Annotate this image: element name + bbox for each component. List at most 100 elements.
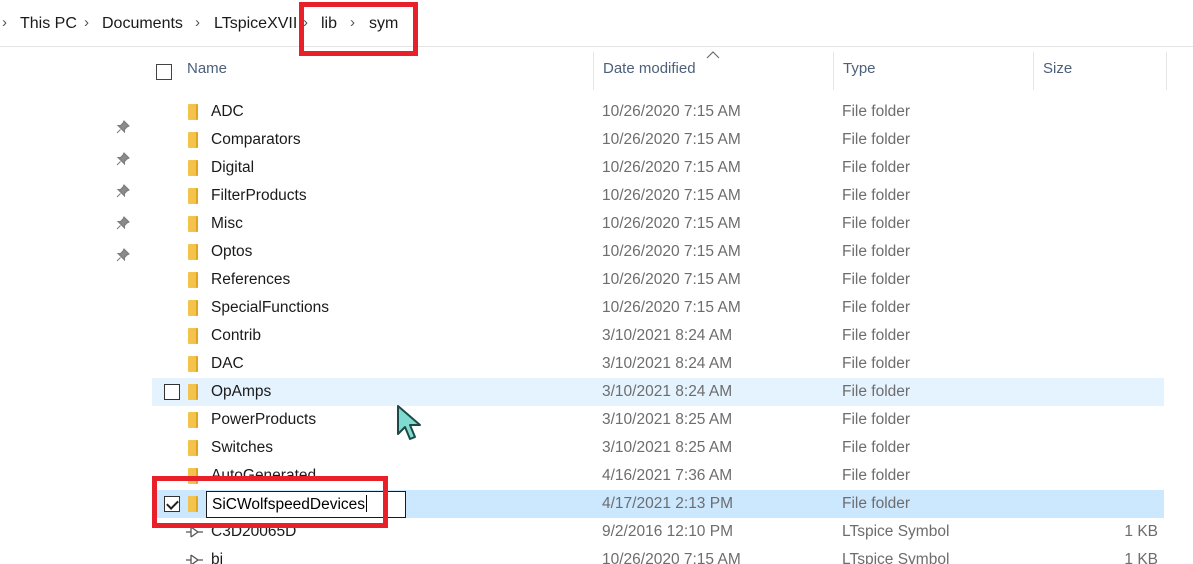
list-item[interactable]: OpAmps 3/10/2021 8:24 AM File folder [152, 378, 1164, 406]
item-name: Digital [211, 159, 255, 176]
item-type: File folder [842, 131, 911, 148]
item-type: File folder [842, 355, 911, 372]
item-date: 10/26/2020 7:15 AM [602, 551, 741, 564]
item-type: File folder [842, 327, 911, 344]
column-divider[interactable] [1166, 52, 1167, 90]
item-date: 3/10/2021 8:25 AM [602, 439, 733, 456]
item-name: ADC [211, 103, 244, 120]
folder-icon [188, 188, 198, 204]
item-type: File folder [842, 383, 911, 400]
item-type: File folder [842, 271, 911, 288]
item-date: 10/26/2020 7:15 AM [602, 159, 741, 176]
item-type: LTspice Symbol [842, 523, 950, 540]
list-item[interactable]: FilterProducts 10/26/2020 7:15 AM File f… [152, 182, 1164, 210]
breadcrumb-ltspicexvii[interactable]: LTspiceXVII [214, 15, 297, 33]
folder-icon [188, 244, 198, 260]
list-item[interactable]: Digital 10/26/2020 7:15 AM File folder [152, 154, 1164, 182]
item-name: bi [211, 551, 224, 564]
mouse-cursor-icon [397, 405, 421, 440]
item-name: DAC [211, 355, 244, 372]
item-name: Switches [211, 439, 274, 456]
item-type: LTspice Symbol [842, 551, 950, 564]
ltspice-symbol-icon [186, 554, 203, 564]
item-date: 4/16/2021 7:36 AM [602, 467, 733, 484]
pin-icon[interactable] [116, 152, 130, 166]
list-item[interactable]: SpecialFunctions 10/26/2020 7:15 AM File… [152, 294, 1164, 322]
item-size: 1 KB [1124, 523, 1158, 540]
list-item[interactable]: References 10/26/2020 7:15 AM File folde… [152, 266, 1164, 294]
list-item[interactable]: PowerProducts 3/10/2021 8:25 AM File fol… [152, 406, 1164, 434]
item-type: File folder [842, 411, 911, 428]
list-item[interactable]: ADC 10/26/2020 7:15 AM File folder [152, 98, 1164, 126]
item-name: FilterProducts [211, 187, 307, 204]
column-header-date-modified[interactable]: Date modified [603, 60, 696, 77]
pin-icon[interactable] [116, 120, 130, 134]
item-date: 10/26/2020 7:15 AM [602, 271, 741, 288]
column-divider[interactable] [1033, 52, 1034, 90]
item-name: Optos [211, 243, 253, 260]
list-item[interactable]: DAC 3/10/2021 8:24 AM File folder [152, 350, 1164, 378]
breadcrumb-documents[interactable]: Documents [102, 15, 183, 33]
item-type: File folder [842, 187, 911, 204]
folder-icon [188, 216, 198, 232]
item-date: 3/10/2021 8:24 AM [602, 355, 733, 372]
chevron-right-icon: › [2, 14, 7, 31]
folder-icon [188, 328, 198, 344]
folder-icon [188, 104, 198, 120]
folder-icon [188, 272, 198, 288]
column-header-name[interactable]: Name [187, 60, 227, 77]
item-name: Contrib [211, 327, 261, 344]
item-date: 10/26/2020 7:15 AM [602, 103, 741, 120]
list-item[interactable]: Comparators 10/26/2020 7:15 AM File fold… [152, 126, 1164, 154]
folder-icon [188, 384, 198, 400]
item-name: SpecialFunctions [211, 299, 330, 316]
item-name: References [211, 271, 291, 288]
column-header-type[interactable]: Type [843, 60, 876, 77]
column-header-size[interactable]: Size [1043, 60, 1072, 77]
item-date: 3/10/2021 8:24 AM [602, 327, 733, 344]
item-name: Misc [211, 215, 243, 232]
item-type: File folder [842, 103, 911, 120]
pin-icon[interactable] [116, 184, 130, 198]
item-type: File folder [842, 299, 911, 316]
chevron-right-icon[interactable]: › [84, 14, 89, 31]
list-item[interactable]: Switches 3/10/2021 8:25 AM File folder [152, 434, 1164, 462]
list-item[interactable]: bi 10/26/2020 7:15 AM LTspice Symbol 1 K… [152, 546, 1164, 564]
highlight-box-breadcrumb [299, 2, 418, 56]
item-type: File folder [842, 467, 911, 484]
breadcrumb-this-pc[interactable]: This PC [20, 15, 77, 33]
list-item[interactable]: Contrib 3/10/2021 8:24 AM File folder [152, 322, 1164, 350]
list-item[interactable]: Misc 10/26/2020 7:15 AM File folder [152, 210, 1164, 238]
column-divider[interactable] [833, 52, 834, 90]
row-checkbox[interactable] [164, 384, 180, 400]
pin-icon[interactable] [116, 248, 130, 262]
folder-icon [188, 300, 198, 316]
item-date: 10/26/2020 7:15 AM [602, 243, 741, 260]
item-type: File folder [842, 243, 911, 260]
folder-icon [188, 356, 198, 372]
sort-ascending-icon [706, 51, 720, 59]
item-type: File folder [842, 215, 911, 232]
address-bar[interactable]: › This PC › Documents › LTspiceXVII › li… [0, 0, 1193, 47]
pin-icon[interactable] [116, 216, 130, 230]
folder-icon [188, 132, 198, 148]
item-date: 10/26/2020 7:15 AM [602, 187, 741, 204]
highlight-box-rename [152, 476, 388, 528]
folder-icon [188, 160, 198, 176]
select-all-checkbox[interactable] [156, 64, 172, 80]
item-date: 3/10/2021 8:25 AM [602, 411, 733, 428]
item-date: 10/26/2020 7:15 AM [602, 131, 741, 148]
item-name: PowerProducts [211, 411, 317, 428]
item-date: 3/10/2021 8:24 AM [602, 383, 733, 400]
item-date: 10/26/2020 7:15 AM [602, 215, 741, 232]
column-divider[interactable] [593, 52, 594, 90]
item-type: File folder [842, 159, 911, 176]
item-type: File folder [842, 439, 911, 456]
folder-icon [188, 412, 198, 428]
item-name: OpAmps [211, 383, 272, 400]
list-item[interactable]: Optos 10/26/2020 7:15 AM File folder [152, 238, 1164, 266]
item-size: 1 KB [1124, 551, 1158, 564]
item-date: 9/2/2016 12:10 PM [602, 523, 733, 540]
chevron-right-icon[interactable]: › [195, 14, 200, 31]
item-type: File folder [842, 495, 911, 512]
